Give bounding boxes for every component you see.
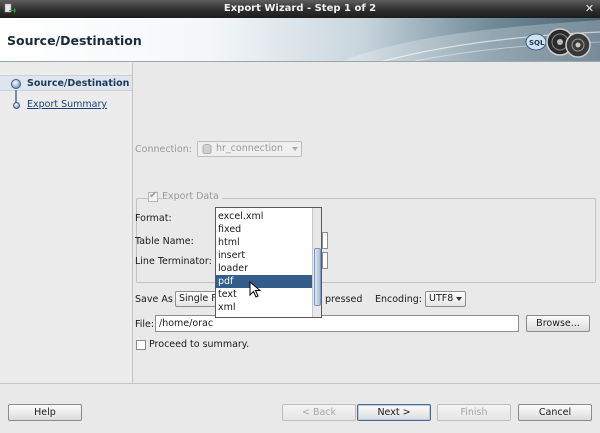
compressed-label: pressed — [325, 294, 363, 305]
dropdown-scrollbar-thumb[interactable] — [314, 248, 321, 306]
svg-text:SQL: SQL — [529, 39, 545, 47]
format-option-text[interactable]: text — [216, 288, 312, 301]
nav-item-source-destination[interactable]: Source/Destination — [27, 78, 129, 89]
export-data-label: Export Data — [162, 191, 222, 202]
step-pending-icon — [13, 102, 20, 109]
proceed-to-summary-checkbox[interactable] — [136, 340, 146, 350]
database-icon — [202, 144, 212, 154]
back-button[interactable]: < Back — [282, 404, 356, 421]
sql-database-graphic-icon: SQL — [525, 28, 591, 58]
save-as-label: Save As — [135, 294, 173, 305]
chevron-down-icon — [292, 147, 298, 151]
wizard-content: Connection: hr_connection ✔ Export Data … — [134, 63, 600, 383]
close-window-icon[interactable]: ✕ — [583, 3, 596, 16]
connection-label: Connection: — [135, 144, 192, 155]
connection-select[interactable]: hr_connection — [197, 141, 302, 157]
browse-button[interactable]: Browse... — [526, 315, 590, 332]
file-input[interactable]: /home/orac — [155, 315, 519, 332]
connection-value: hr_connection — [216, 143, 284, 154]
chevron-down-icon — [456, 297, 462, 301]
mouse-pointer-icon — [249, 281, 262, 298]
save-as-value: Single F — [179, 293, 217, 304]
step-active-icon — [11, 79, 21, 89]
line-terminator-input[interactable] — [322, 252, 328, 269]
format-option-html[interactable]: html — [216, 236, 312, 249]
line-terminator-label: Line Terminator: — [135, 256, 212, 267]
next-button[interactable]: Next > — [357, 404, 431, 421]
dropdown-scrollbar[interactable] — [312, 208, 321, 317]
format-option-insert[interactable]: insert — [216, 249, 312, 262]
encoding-label: Encoding: — [375, 294, 422, 305]
wizard-header: Source/Destination SQL — [0, 18, 600, 62]
format-option-loader[interactable]: loader — [216, 262, 312, 275]
cancel-button[interactable]: Cancel — [518, 404, 592, 421]
file-label: File: — [135, 319, 155, 330]
encoding-value: UTF8 — [429, 293, 454, 304]
export-data-checkbox[interactable]: ✔ — [148, 190, 158, 202]
wizard-steps-nav: Source/Destination Export Summary — [0, 63, 133, 383]
proceed-to-summary-label: Proceed to summary. — [149, 339, 250, 350]
format-dropdown-list[interactable]: excel.xml fixed html insert loader pdf t… — [215, 207, 322, 318]
app-icon — [4, 3, 16, 14]
checkmark-icon: ✔ — [149, 190, 158, 201]
header-title: Source/Destination — [7, 33, 142, 48]
table-name-label: Table Name: — [135, 236, 194, 247]
table-name-input[interactable] — [322, 232, 328, 249]
format-option-fixed[interactable]: fixed — [216, 223, 312, 236]
export-wizard-dialog: Source/Destination SQL Source/Destinatio… — [0, 18, 600, 433]
format-label: Format: — [135, 213, 172, 224]
file-value: /home/orac — [159, 318, 214, 329]
help-button[interactable]: Help — [8, 404, 82, 421]
format-option-xml[interactable]: xml — [216, 301, 312, 314]
format-option-excel-xml[interactable]: excel.xml — [216, 210, 312, 223]
window-titlebar: Export Wizard - Step 1 of 2 ✕ — [0, 0, 600, 18]
finish-button[interactable]: Finish — [437, 404, 511, 421]
nav-item-export-summary[interactable]: Export Summary — [27, 99, 107, 110]
window-title: Export Wizard - Step 1 of 2 — [223, 3, 377, 14]
format-option-pdf[interactable]: pdf — [216, 275, 312, 288]
wizard-footer: Help < Back Next > Finish Cancel — [0, 383, 600, 433]
encoding-select[interactable]: UTF8 — [425, 291, 466, 307]
export-data-group — [136, 198, 596, 283]
